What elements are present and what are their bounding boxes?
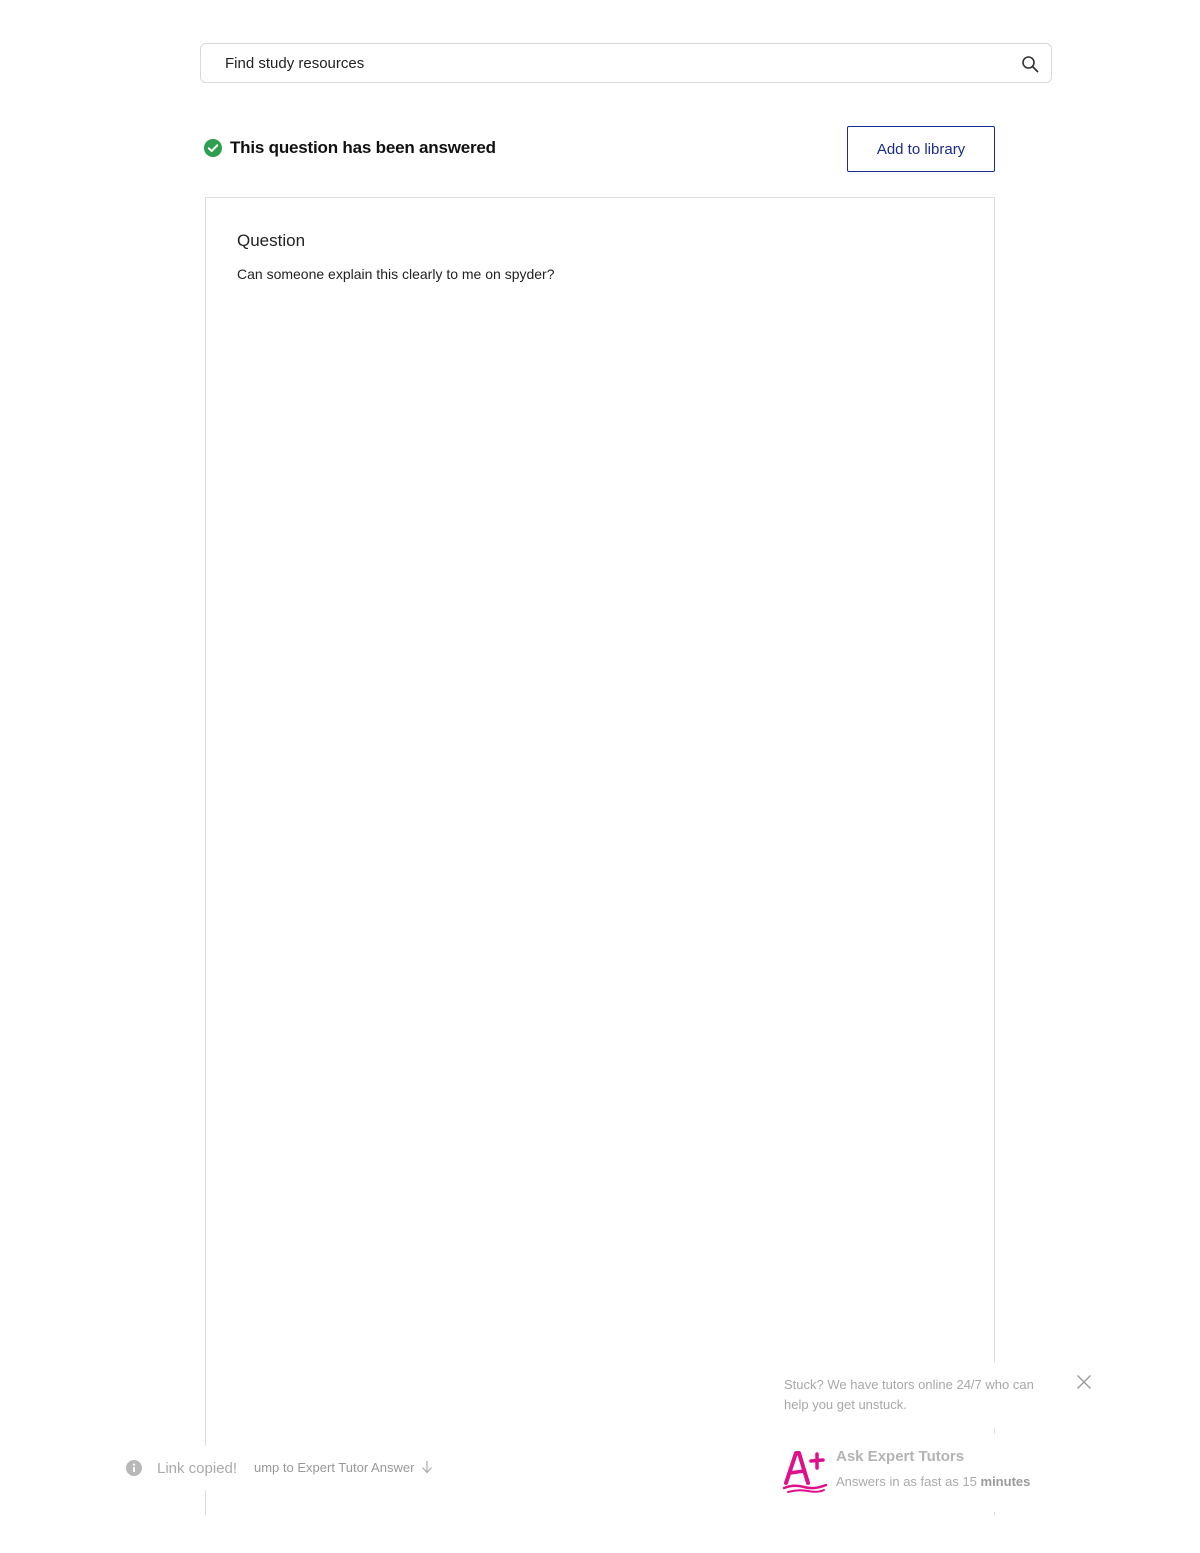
question-card: Question Can someone explain this clearl…: [205, 197, 995, 1515]
jump-to-answer-label: ump to Expert Tutor Answer: [254, 1459, 415, 1475]
answered-status: This question has been answered: [204, 137, 496, 159]
arrow-down-icon: [422, 1461, 433, 1474]
answered-status-text: This question has been answered: [230, 138, 496, 157]
tutor-promo-text: Stuck? We have tutors online 24/7 who ca…: [784, 1377, 1034, 1412]
check-circle-icon: [204, 139, 222, 157]
search-icon[interactable]: [1021, 55, 1039, 73]
link-copied-toast: Link copied!: [118, 1446, 246, 1490]
question-heading: Question: [237, 231, 306, 250]
link-copied-text: Link copied!: [157, 1459, 238, 1477]
info-icon: [126, 1460, 142, 1476]
search-input[interactable]: [201, 44, 1051, 82]
jump-to-answer-link[interactable]: ump to Expert Tutor Answer: [254, 1458, 438, 1476]
tutor-promo-panel: Stuck? We have tutors online 24/7 who ca…: [770, 1362, 1110, 1512]
add-to-library-button[interactable]: Add to library: [847, 126, 995, 172]
tutor-subtitle-prefix: Answers in as fast as 15: [836, 1474, 981, 1489]
divider: [994, 1428, 995, 1434]
ask-expert-tutors-link[interactable]: Ask Expert Tutors: [836, 1448, 964, 1465]
close-icon[interactable]: [1076, 1374, 1092, 1390]
question-body: Can someone explain this clearly to me o…: [237, 266, 555, 282]
tutor-subtitle: Answers in as fast as 15 minutes: [836, 1474, 1030, 1489]
tutor-subtitle-bold: minutes: [980, 1474, 1031, 1489]
a-plus-logo-icon: [782, 1451, 828, 1493]
search-bar: [200, 43, 1052, 83]
